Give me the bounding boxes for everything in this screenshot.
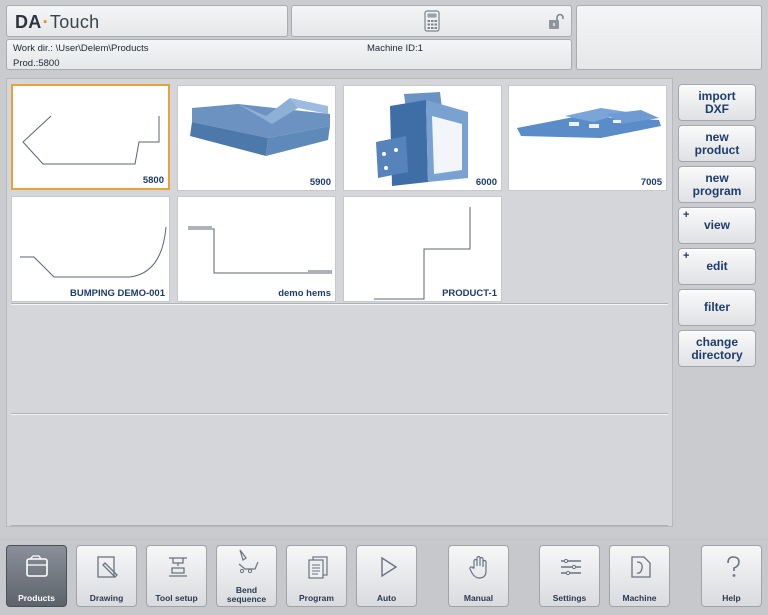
tab-help[interactable]: Help — [701, 545, 762, 607]
play-icon — [381, 556, 398, 578]
tab-drawing[interactable]: Drawing — [76, 545, 137, 607]
tab-machine[interactable]: Machine — [609, 545, 670, 607]
new-product-button[interactable]: new product — [678, 125, 756, 162]
product-tile-bumping-demo-001[interactable]: BUMPING DEMO-001 — [11, 196, 170, 302]
program-icon — [308, 556, 328, 579]
product-text: Prod.:5800 — [13, 58, 60, 69]
product-tile-demo-hems[interactable]: demo hems — [177, 196, 336, 302]
new-program-button[interactable]: new program — [678, 166, 756, 203]
hand-icon — [469, 555, 487, 579]
view-button[interactable]: + view — [678, 207, 756, 244]
expand-plus-icon: + — [683, 250, 690, 262]
expand-plus-icon: + — [683, 209, 690, 221]
tool-setup-icon — [169, 557, 187, 577]
product-tile-product-1[interactable]: PRODUCT-1 — [343, 196, 502, 302]
product-tile-6000[interactable]: 6000 — [343, 85, 502, 191]
product-label: 5900 — [309, 177, 331, 188]
work-dir-text: Work dir.: \User\Delem\Products — [13, 43, 149, 54]
row-divider — [11, 525, 668, 526]
logo-panel: DA·Touch — [6, 5, 288, 37]
product-tile-5900[interactable]: 5900 — [177, 85, 336, 191]
machine-id-text: Machine ID:1 — [367, 43, 423, 54]
bend-sequence-icon — [238, 549, 259, 574]
info-panel: Work dir.: \User\Delem\Products Machine … — [6, 39, 572, 70]
product-label: 6000 — [475, 177, 497, 188]
product-label: 7005 — [640, 177, 662, 188]
product-tile-5800[interactable]: 5800 — [11, 84, 170, 190]
machine-icon — [631, 556, 651, 578]
settings-list-icon — [561, 558, 581, 576]
tab-settings[interactable]: Settings — [539, 545, 600, 607]
tab-bend-sequence[interactable]: Bend sequence — [216, 545, 277, 607]
drawing-icon — [97, 556, 118, 578]
product-label: 5800 — [142, 175, 164, 186]
calculator-icon[interactable] — [424, 10, 440, 37]
filter-button[interactable]: filter — [678, 289, 756, 326]
calculator-panel — [291, 5, 572, 37]
folder-icon — [26, 555, 48, 577]
product-label: BUMPING DEMO-001 — [69, 288, 165, 299]
status-panel — [576, 5, 762, 70]
row-divider — [11, 303, 668, 305]
edit-button[interactable]: + edit — [678, 248, 756, 285]
product-label: PRODUCT-1 — [442, 288, 497, 299]
product-tile-7005[interactable]: 7005 — [508, 85, 667, 191]
help-icon — [727, 556, 740, 577]
tab-program[interactable]: Program — [286, 545, 347, 607]
import-dxf-button[interactable]: import DXF — [678, 84, 756, 121]
product-label: demo hems — [278, 288, 331, 299]
change-directory-button[interactable]: change directory — [678, 330, 756, 367]
tab-products[interactable]: Products — [6, 545, 67, 607]
tab-manual[interactable]: Manual — [448, 545, 509, 607]
unlock-icon[interactable] — [548, 13, 564, 36]
tab-tool-setup[interactable]: Tool setup — [146, 545, 207, 607]
logo: DA·Touch — [15, 12, 100, 32]
row-divider — [11, 413, 668, 415]
tab-auto[interactable]: Auto — [356, 545, 417, 607]
